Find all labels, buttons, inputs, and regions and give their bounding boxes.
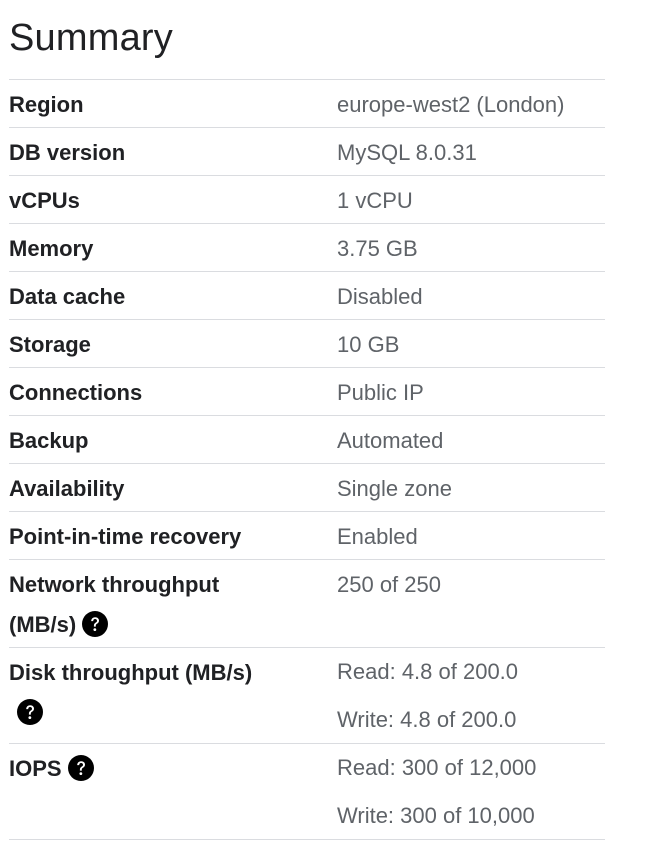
summary-panel: Summary Region europe-west2 (London) DB … [0, 0, 646, 858]
table-row: Point-in-time recovery Enabled [9, 512, 605, 560]
row-value: 10 GB [337, 332, 400, 357]
page-title: Summary [9, 17, 173, 59]
row-label: Memory [9, 236, 94, 261]
row-label: Storage [9, 332, 91, 357]
row-label: Point-in-time recovery [9, 524, 242, 549]
row-label: vCPUs [9, 188, 80, 213]
row-label: Data cache [9, 284, 126, 309]
help-circle-icon[interactable] [82, 611, 109, 638]
iops-row: IOPS Read: 300 of 12,000 Write: 300 of 1… [9, 744, 605, 840]
network-throughput-row: Network throughput (MB/s) 250 of 250 [9, 560, 605, 648]
table-row: Connections Public IP [9, 368, 605, 416]
disk-throughput-label-text: Disk throughput (MB/s) [9, 660, 253, 685]
network-throughput-label-line2: (MB/s) [9, 612, 77, 637]
iops-write: Write: 300 of 10,000 [337, 803, 535, 828]
table-row: DB version MySQL 8.0.31 [9, 128, 605, 176]
row-value: Automated [337, 428, 444, 453]
table-row: Memory 3.75 GB [9, 224, 605, 272]
row-value: Single zone [337, 476, 452, 501]
table-row: Storage 10 GB [9, 320, 605, 368]
row-label: Connections [9, 380, 143, 405]
row-value: MySQL 8.0.31 [337, 140, 477, 165]
network-throughput-label: Network throughput (MB/s) [9, 560, 337, 647]
row-label: Region [9, 92, 84, 117]
disk-throughput-values: Read: 4.8 of 200.0 Write: 4.8 of 200.0 [337, 648, 605, 743]
table-row: vCPUs 1 vCPU [9, 176, 605, 224]
iops-label: IOPS [9, 744, 337, 839]
row-value: europe-west2 (London) [337, 92, 565, 117]
iops-read: Read: 300 of 12,000 [337, 755, 537, 780]
iops-label-text: IOPS [9, 756, 62, 781]
row-label: Availability [9, 476, 125, 501]
row-value: Enabled [337, 524, 418, 549]
row-label: Backup [9, 428, 89, 453]
disk-throughput-row: Disk throughput (MB/s) Read: 4.8 of 200.… [9, 648, 605, 744]
network-throughput-label-line1: Network throughput [9, 572, 220, 597]
table-row: Region europe-west2 (London) [9, 80, 605, 128]
table-row: Data cache Disabled [9, 272, 605, 320]
network-throughput-value: 250 of 250 [337, 572, 441, 597]
disk-throughput-read: Read: 4.8 of 200.0 [337, 659, 519, 684]
disk-throughput-label: Disk throughput (MB/s) [9, 648, 337, 743]
help-circle-icon[interactable] [17, 699, 43, 726]
row-label: DB version [9, 140, 126, 165]
summary-table: Region europe-west2 (London) DB version … [9, 79, 605, 840]
row-value: Public IP [337, 380, 424, 405]
table-row: Backup Automated [9, 416, 605, 464]
row-value: 3.75 GB [337, 236, 418, 261]
disk-throughput-write: Write: 4.8 of 200.0 [337, 707, 517, 732]
help-circle-icon[interactable] [67, 755, 94, 782]
table-row: Availability Single zone [9, 464, 605, 512]
iops-values: Read: 300 of 12,000 Write: 300 of 10,000 [337, 744, 605, 839]
row-value: 1 vCPU [337, 188, 413, 213]
row-value: Disabled [337, 284, 423, 309]
